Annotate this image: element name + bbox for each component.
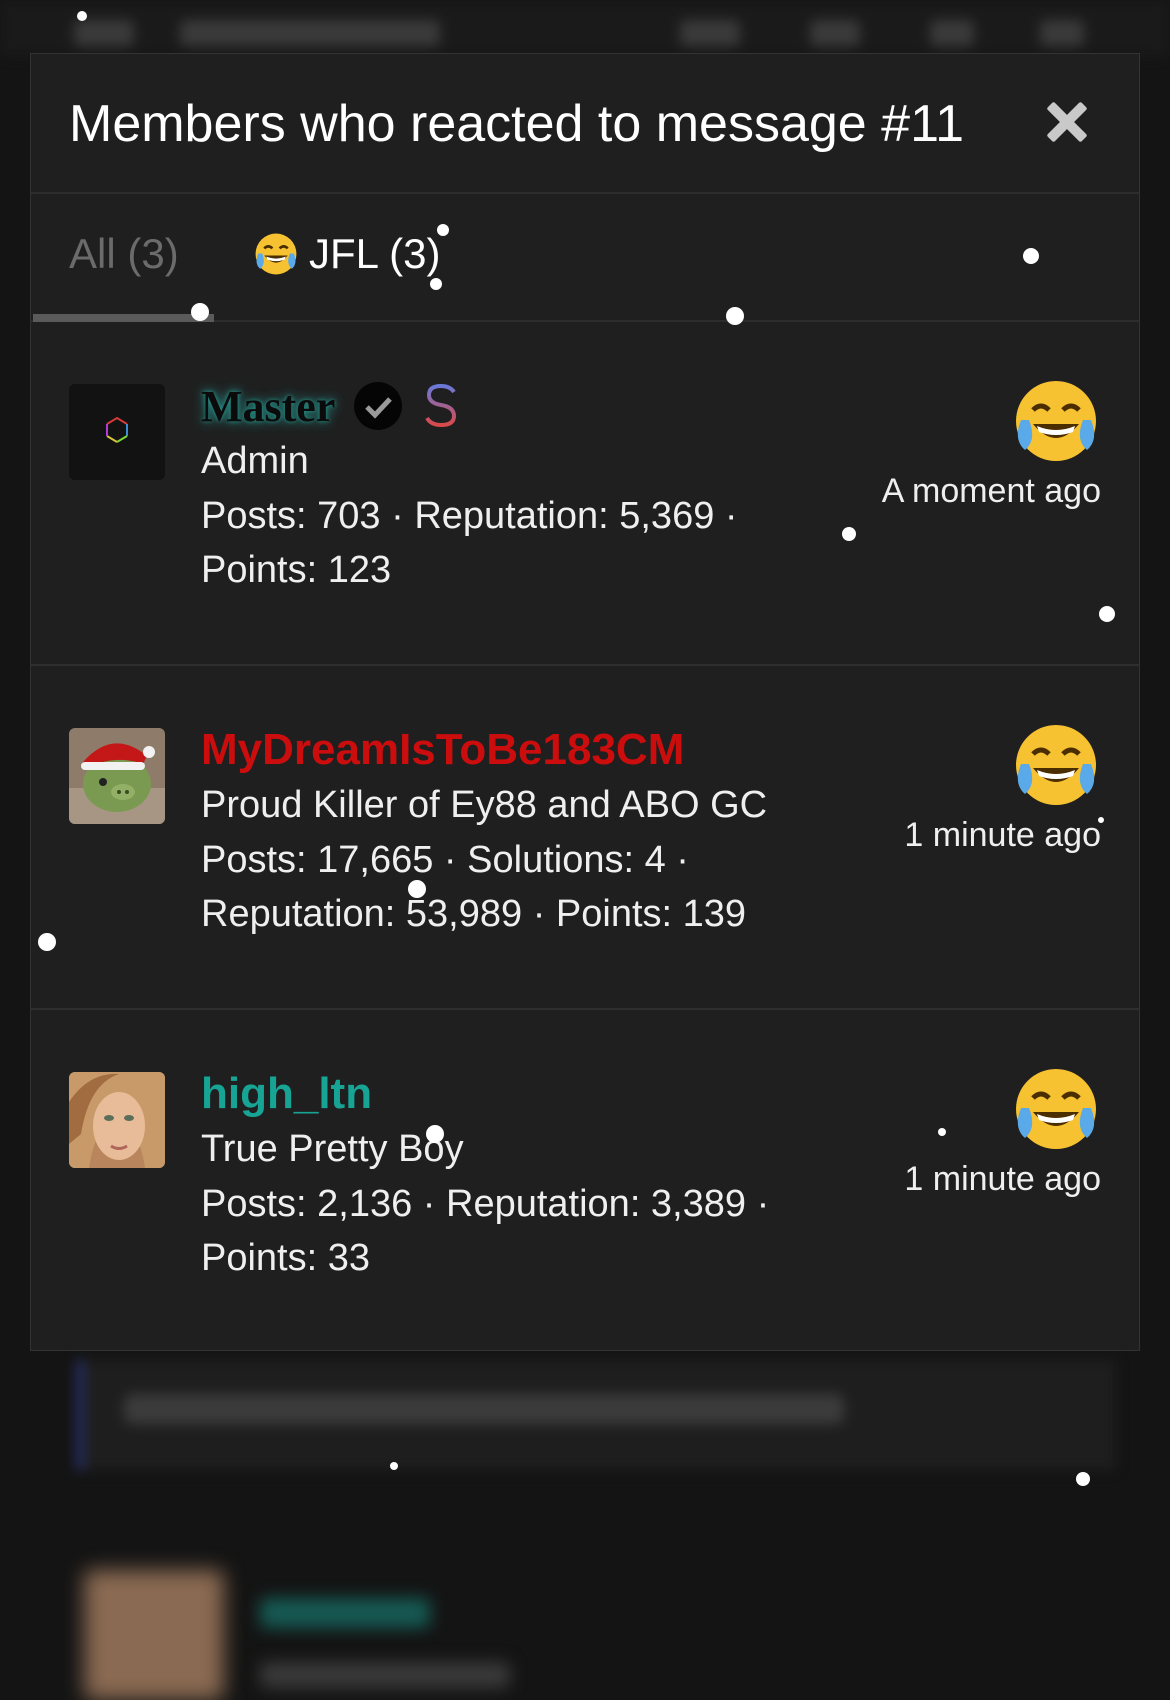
username[interactable]: MyDreamIsToBe183CM [201,725,684,775]
close-icon[interactable] [1045,100,1089,144]
active-tab-indicator [33,314,214,322]
tab-all[interactable]: All (3) [69,230,179,278]
crying-laughing-emoji-icon [1016,725,1096,805]
inbox-icon [810,20,860,46]
avatar [680,20,740,46]
list-item: MyDreamIsToBe183CM Proud Killer of Ey88 … [31,666,1139,1010]
list-item: high_ltn True Pretty Boy Posts: 2,136 · … [31,1010,1139,1354]
stats-line: Posts: 2,136 · Reputation: 3,389 · [201,1183,770,1225]
site-title-blurred [180,20,440,46]
stats-line: Posts: 17,665 · Solutions: 4 · [201,839,689,881]
user-title: True Pretty Boy [201,1128,464,1170]
reaction-time: 1 minute ago [904,816,1101,854]
background-post-title [260,1662,510,1688]
modal-title: Members who reacted to message #11 [69,95,965,153]
member-info: Master Admin Posts: 703 · Reputation: 5,… [201,376,821,597]
username[interactable]: Master [201,381,335,432]
avatar[interactable] [69,384,165,480]
tab-jfl[interactable]: JFL (3) [253,230,440,278]
background-post-avatar [84,1570,224,1700]
background-header [0,0,1170,56]
stats-line: Points: 33 [201,1237,370,1279]
crying-laughing-emoji-icon [1016,381,1096,461]
member-info: MyDreamIsToBe183CM Proud Killer of Ey88 … [201,720,821,941]
tab-jfl-label: JFL (3) [309,230,441,277]
reaction-time: A moment ago [881,472,1101,510]
reaction-time: 1 minute ago [904,1160,1101,1198]
background-reaction-summary [76,1360,1116,1470]
crying-laughing-emoji-icon [255,233,297,275]
menu-icon [74,20,134,46]
background-post-username [260,1598,430,1628]
crying-laughing-emoji-icon [1016,1069,1096,1149]
dollar-sign-icon [425,382,457,430]
modal-header: Members who reacted to message #11 [31,54,1139,194]
user-title: Proud Killer of Ey88 and ABO GC [201,784,768,826]
user-stats: Posts: 703 · Reputation: 5,369 · Points:… [201,489,821,597]
user-stats: Posts: 2,136 · Reputation: 3,389 · Point… [201,1177,821,1285]
avatar[interactable] [69,728,165,824]
bell-icon [930,20,974,46]
stats-line: Posts: 703 · Reputation: 5,369 · [201,495,738,537]
search-icon [1040,20,1084,46]
list-item: Master Admin Posts: 703 · Reputation: 5,… [31,322,1139,666]
verified-check-icon [354,382,403,430]
reactions-modal: Members who reacted to message #11 All (… [30,53,1140,1351]
stats-line: Reputation: 53,989 · Points: 139 [201,893,747,935]
user-title: Admin [201,440,309,482]
username[interactable]: high_ltn [201,1069,372,1119]
member-info: high_ltn True Pretty Boy Posts: 2,136 · … [201,1064,821,1285]
stats-line: Points: 123 [201,549,392,591]
avatar[interactable] [69,1072,165,1168]
user-stats: Posts: 17,665 · Solutions: 4 · Reputatio… [201,833,821,941]
